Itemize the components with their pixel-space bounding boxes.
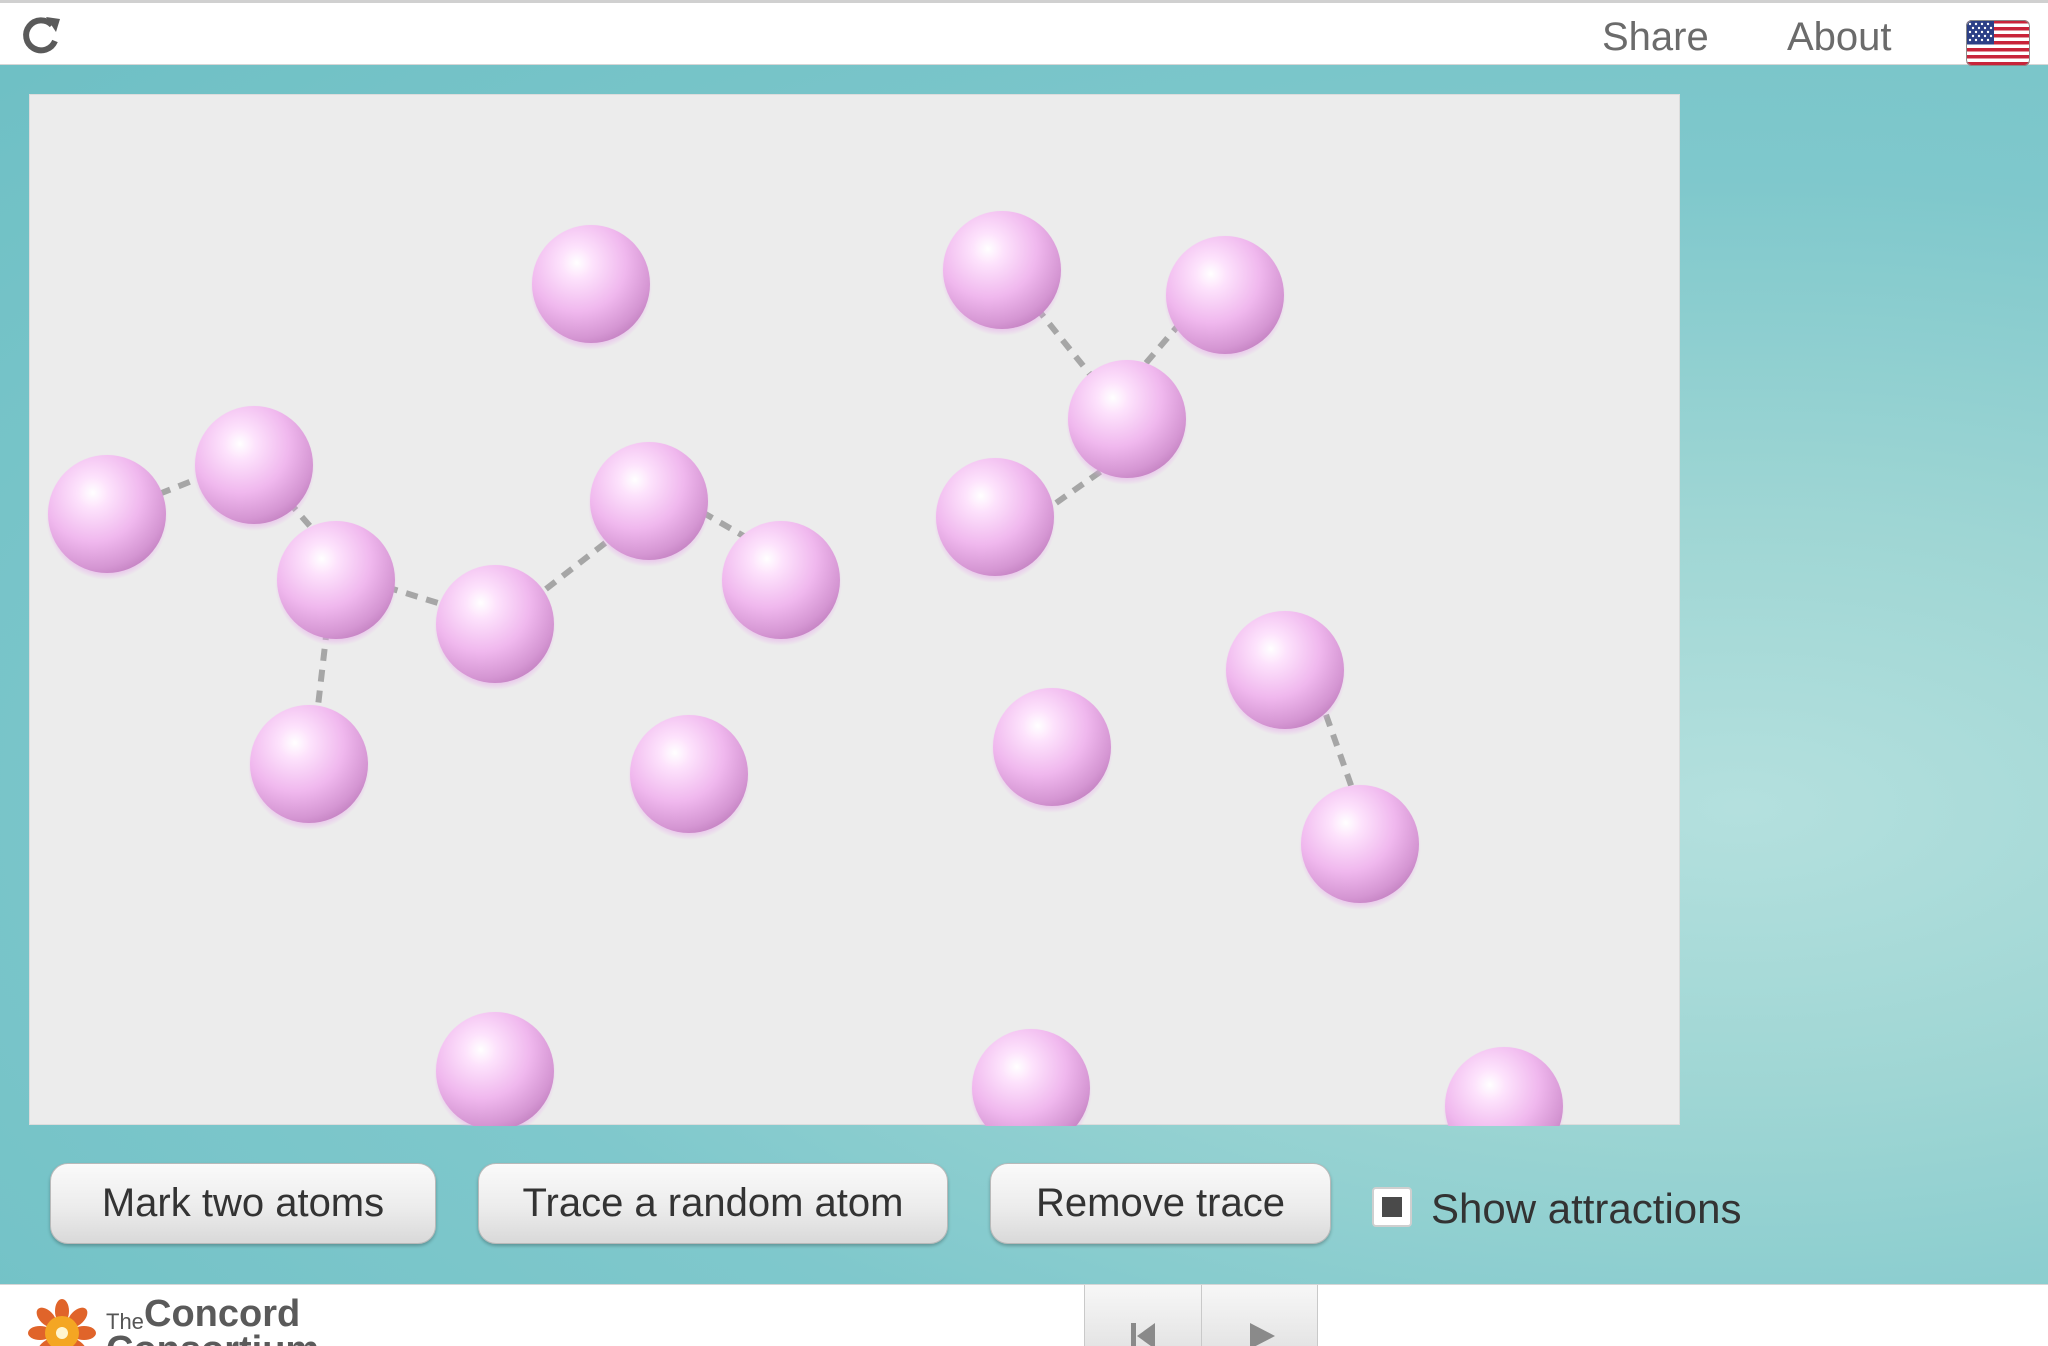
atom[interactable] <box>970 1028 1092 1126</box>
atom[interactable] <box>941 210 1063 336</box>
atom[interactable] <box>530 224 652 350</box>
top-bar: Share About <box>0 0 2048 66</box>
remove-trace-button[interactable]: Remove trace <box>990 1163 1331 1244</box>
atom[interactable] <box>275 520 397 646</box>
reload-icon[interactable] <box>18 15 66 57</box>
bottom-bar: The Concord Consortium <box>0 1284 2048 1346</box>
atom[interactable] <box>46 454 168 580</box>
show-attractions-checkbox[interactable] <box>1372 1187 1412 1227</box>
atom[interactable] <box>434 1011 556 1126</box>
logo-text-consortium: Consortium <box>106 1331 319 1346</box>
atom[interactable] <box>1164 235 1286 361</box>
share-link[interactable]: Share <box>1602 17 1709 57</box>
playback-controls <box>1084 1285 1318 1346</box>
about-link[interactable]: About <box>1787 17 1892 57</box>
simulation-canvas[interactable] <box>29 94 1680 1126</box>
atoms <box>46 210 1565 1126</box>
atom[interactable] <box>720 520 842 646</box>
logo-text-concord: Concord <box>144 1293 301 1335</box>
mark-two-atoms-button[interactable]: Mark two atoms <box>50 1163 436 1244</box>
play-icon[interactable] <box>1202 1285 1318 1346</box>
atom[interactable] <box>934 457 1056 583</box>
skip-to-start-icon[interactable] <box>1085 1285 1202 1346</box>
app-window: Share About Mark two atoms Trace a rando… <box>0 0 2048 1346</box>
checkbox-checked-mark <box>1382 1197 1402 1217</box>
atom[interactable] <box>193 405 315 531</box>
show-attractions-label[interactable]: Show attractions <box>1431 1185 1742 1233</box>
atom[interactable] <box>991 687 1113 813</box>
atom[interactable] <box>434 564 556 690</box>
us-flag-icon[interactable] <box>1966 20 2030 66</box>
atoms-view <box>46 210 1565 1126</box>
atom[interactable] <box>248 704 370 830</box>
atom[interactable] <box>1066 359 1188 485</box>
atom[interactable] <box>628 714 750 840</box>
atom[interactable] <box>1299 784 1421 910</box>
concord-consortium-logo[interactable] <box>24 1293 104 1346</box>
trace-random-atom-button[interactable]: Trace a random atom <box>478 1163 948 1244</box>
atom[interactable] <box>588 441 710 567</box>
atom[interactable] <box>1224 610 1346 736</box>
atom[interactable] <box>1443 1046 1565 1126</box>
